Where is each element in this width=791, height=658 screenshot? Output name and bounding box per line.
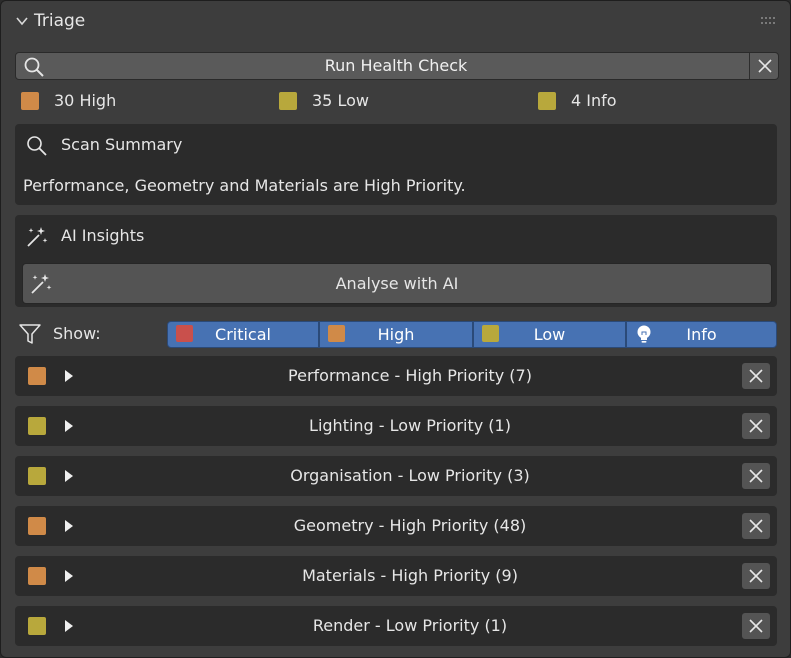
ai-insights-box: AI Insights Analyse with AI: [15, 215, 777, 307]
panel-header[interactable]: Triage: [1, 1, 790, 41]
issue-row-organisation[interactable]: Organisation - Low Priority (3): [15, 456, 777, 496]
run-health-check-button[interactable]: Run Health Check: [15, 52, 779, 80]
issue-label: Lighting - Low Priority (1): [309, 416, 511, 435]
filter-info-label: Info: [686, 325, 717, 344]
high-swatch: [21, 92, 39, 110]
close-icon: [749, 569, 763, 583]
count-high-label: 30 High: [54, 91, 117, 110]
show-label: Show:: [53, 324, 101, 343]
close-icon: [749, 469, 763, 483]
close-icon: [749, 619, 763, 633]
filter-low-label: Low: [533, 325, 566, 344]
analyse-with-ai-label: Analyse with AI: [335, 274, 459, 293]
dismiss-button[interactable]: [742, 513, 770, 539]
issue-row-lighting[interactable]: Lighting - Low Priority (1): [15, 406, 777, 446]
ai-insights-heading: AI Insights: [61, 226, 145, 245]
filter-icon: [19, 324, 41, 344]
dismiss-button[interactable]: [742, 363, 770, 389]
scan-summary-box: Scan Summary Performance, Geometry and M…: [15, 124, 777, 205]
count-info-label: 4 Info: [571, 91, 617, 110]
issue-row-render[interactable]: Render - Low Priority (1): [15, 606, 777, 646]
filter-high-label: High: [377, 325, 415, 344]
close-icon: [749, 369, 763, 383]
chevron-down-icon[interactable]: [15, 14, 29, 28]
search-icon: [27, 136, 47, 156]
issue-row-materials[interactable]: Materials - High Priority (9): [15, 556, 777, 596]
drag-grip-icon[interactable]: [761, 17, 777, 25]
issue-row-performance[interactable]: Performance - High Priority (7): [15, 356, 777, 396]
issue-label: Render - Low Priority (1): [312, 616, 508, 635]
panel-title: Triage: [34, 11, 86, 31]
filter-critical-toggle[interactable]: Critical: [167, 321, 319, 348]
issue-row-geometry[interactable]: Geometry - High Priority (48): [15, 506, 777, 546]
issue-label: Geometry - High Priority (48): [293, 516, 527, 535]
dismiss-button[interactable]: [742, 413, 770, 439]
low-swatch: [279, 92, 297, 110]
divider: [749, 53, 750, 79]
filter-low-toggle[interactable]: Low: [473, 321, 626, 348]
info-swatch: [538, 92, 556, 110]
close-icon[interactable]: [757, 58, 773, 74]
issue-label: Materials - High Priority (9): [302, 566, 518, 585]
scan-summary-heading: Scan Summary: [61, 135, 183, 154]
filter-high-toggle[interactable]: High: [319, 321, 473, 348]
filter-info-toggle[interactable]: Info: [626, 321, 777, 348]
close-icon: [749, 419, 763, 433]
issue-label: Performance - High Priority (7): [288, 366, 532, 385]
triage-panel: Triage Run Health Check 30 High 35 Low 4…: [0, 0, 791, 658]
filter-row: Show: Critical High Low Info: [15, 320, 777, 348]
dismiss-button[interactable]: [742, 613, 770, 639]
dismiss-button[interactable]: [742, 463, 770, 489]
issue-label: Organisation - Low Priority (3): [290, 466, 530, 485]
count-low-label: 35 Low: [312, 91, 369, 110]
dismiss-button[interactable]: [742, 563, 770, 589]
scan-summary-text: Performance, Geometry and Materials are …: [23, 176, 466, 195]
magic-wand-icon: [27, 227, 48, 247]
run-health-check-label: Run Health Check: [324, 56, 468, 75]
filter-critical-label: Critical: [215, 325, 271, 344]
analyse-with-ai-button[interactable]: Analyse with AI: [22, 263, 772, 304]
close-icon: [749, 519, 763, 533]
